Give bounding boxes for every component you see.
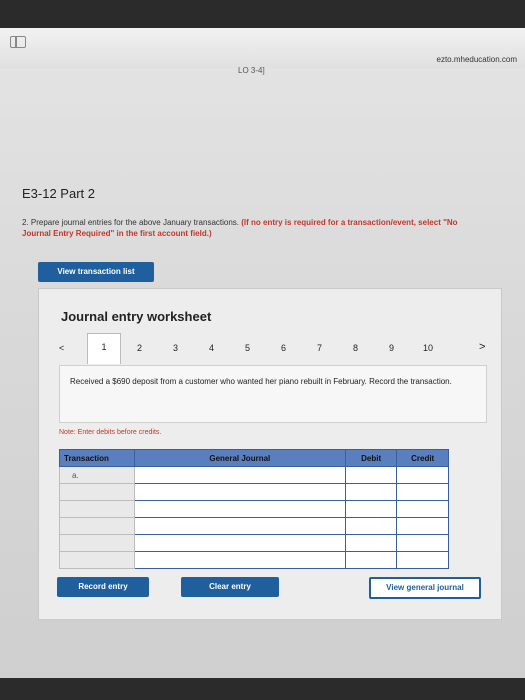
- page-4-tab[interactable]: 4: [209, 343, 214, 353]
- view-general-journal-button[interactable]: View general journal: [369, 577, 481, 599]
- debit-field[interactable]: [344, 551, 398, 569]
- learning-objective-label: LO 3-4]: [238, 66, 265, 75]
- page-5-tab[interactable]: 5: [245, 343, 250, 353]
- table-row: [59, 551, 449, 569]
- table-row: [59, 500, 449, 518]
- clear-entry-button[interactable]: Clear entry: [181, 577, 279, 597]
- account-field[interactable]: [133, 466, 346, 484]
- transaction-description: Received a $690 deposit from a customer …: [59, 365, 487, 423]
- page-9-tab[interactable]: 9: [389, 343, 394, 353]
- page-title: E3-12 Part 2: [22, 186, 95, 201]
- transaction-cell: a.: [59, 466, 135, 484]
- transaction-cell: [59, 534, 135, 552]
- account-field[interactable]: [133, 500, 346, 518]
- transaction-cell: [59, 483, 135, 501]
- col-debit: Debit: [344, 449, 398, 467]
- tabs-icon[interactable]: [10, 36, 26, 48]
- page-2-tab[interactable]: 2: [137, 343, 142, 353]
- page-1-tab[interactable]: 1: [87, 333, 121, 364]
- account-field[interactable]: [133, 517, 346, 535]
- page-10-tab[interactable]: 10: [423, 343, 433, 353]
- debit-field[interactable]: [344, 534, 398, 552]
- page-3-tab[interactable]: 3: [173, 343, 178, 353]
- page-6-tab[interactable]: 6: [281, 343, 286, 353]
- view-transaction-list-button[interactable]: View transaction list: [38, 262, 154, 282]
- prev-icon[interactable]: <: [59, 343, 64, 353]
- journal-table: Transaction General Journal Debit Credit…: [59, 449, 449, 569]
- table-row: [59, 483, 449, 501]
- credit-field[interactable]: [396, 517, 449, 535]
- table-row: [59, 534, 449, 552]
- account-field[interactable]: [133, 551, 346, 569]
- credit-field[interactable]: [396, 500, 449, 518]
- url-label[interactable]: ezto.mheducation.com: [437, 55, 518, 64]
- debit-field[interactable]: [344, 483, 398, 501]
- debit-field[interactable]: [344, 466, 398, 484]
- table-row: a.: [59, 466, 449, 484]
- record-entry-button[interactable]: Record entry: [57, 577, 149, 597]
- credit-field[interactable]: [396, 534, 449, 552]
- instruction-note-red: (If no entry is required for a transacti…: [241, 218, 444, 227]
- pagination: < 1 2 3 4 5 6 7 8 9 10 >: [59, 333, 494, 364]
- journal-entry-worksheet: Journal entry worksheet < 1 2 3 4 5 6 7 …: [38, 288, 502, 620]
- instructions: 2. Prepare journal entries for the above…: [22, 217, 482, 239]
- debit-field[interactable]: [344, 517, 398, 535]
- credit-field[interactable]: [396, 483, 449, 501]
- col-credit: Credit: [396, 449, 449, 467]
- table-row: [59, 517, 449, 535]
- page-8-tab[interactable]: 8: [353, 343, 358, 353]
- col-transaction: Transaction: [59, 449, 135, 467]
- debit-field[interactable]: [344, 500, 398, 518]
- account-field[interactable]: [133, 534, 346, 552]
- page-7-tab[interactable]: 7: [317, 343, 322, 353]
- worksheet-title: Journal entry worksheet: [61, 309, 212, 324]
- transaction-cell: [59, 517, 135, 535]
- instruction-main: 2. Prepare journal entries for the above…: [22, 218, 240, 227]
- credit-field[interactable]: [396, 466, 449, 484]
- instruction-note-end: in the first account field.): [114, 229, 212, 238]
- transaction-cell: [59, 500, 135, 518]
- credit-field[interactable]: [396, 551, 449, 569]
- debits-note: Note: Enter debits before credits.: [59, 429, 162, 436]
- col-general-journal: General Journal: [133, 449, 346, 467]
- account-field[interactable]: [133, 483, 346, 501]
- transaction-cell: [59, 551, 135, 569]
- next-icon[interactable]: >: [479, 341, 485, 353]
